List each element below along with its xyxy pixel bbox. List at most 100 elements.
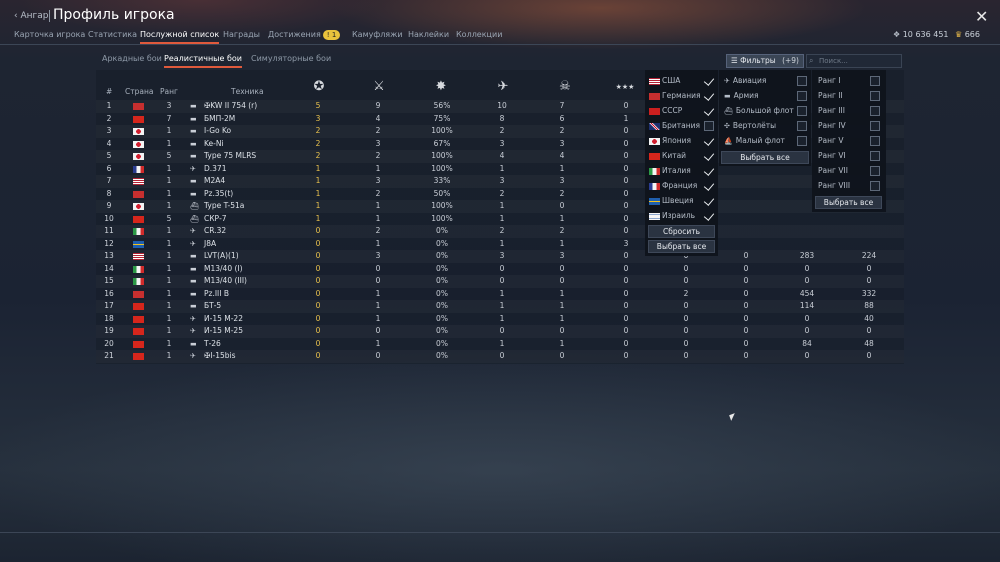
tab-awards[interactable]: Награды (223, 28, 260, 44)
country-flag-icon (133, 203, 144, 210)
country-checkbox[interactable] (704, 91, 714, 101)
tab-simulator[interactable]: Симуляторные бои (251, 54, 331, 68)
back-button[interactable]: ‹ Ангар (14, 11, 48, 21)
select-all-ranks-button[interactable]: Выбрать все (815, 196, 882, 209)
table-row[interactable]: 10 5 ⛴ СКР-7 1 1 100% 1 1 0 (96, 213, 904, 226)
rank-filter-item[interactable]: Ранг V (818, 134, 843, 148)
type-checkbox[interactable] (797, 106, 807, 116)
tab-arcade[interactable]: Аркадные бои (102, 54, 162, 68)
tab-camouflages[interactable]: Камуфляжи (352, 28, 403, 44)
table-row[interactable]: 8 1 ▬ Pz.35(t) 1 2 50% 2 2 0 (96, 188, 904, 201)
type-filter-item[interactable]: ⛴ Большой флот (724, 104, 794, 118)
battles-icon[interactable]: ⚔ (369, 78, 389, 96)
country-filter-fr[interactable]: Франция (649, 179, 697, 193)
air-kills-icon[interactable]: ✈ (493, 78, 513, 96)
row-number: 12 (104, 238, 114, 248)
tab-achievements[interactable]: Достижения! 1 (268, 28, 341, 44)
rank-filter-item[interactable]: Ранг VIII (818, 179, 850, 193)
table-row[interactable]: 15 1 ▬ M13/40 (III) 0 0 0% 0 0 0 0 0 0 0 (96, 275, 904, 288)
filters-button[interactable]: ☰ Фильтры (+9) (726, 54, 804, 68)
column-vehicle[interactable]: Техника (231, 87, 264, 96)
rank-checkbox[interactable] (870, 121, 880, 131)
country-filter-gb[interactable]: Британия (649, 119, 700, 133)
table-row[interactable]: 19 1 ✈ И-15 М-25 0 0 0% 0 0 0 0 0 0 0 (96, 325, 904, 338)
type-filter-item[interactable]: ✣ Вертолёты (724, 119, 776, 133)
rank-checkbox[interactable] (870, 106, 880, 116)
cell-victories: 2 (315, 138, 321, 148)
column-rank[interactable]: Ранг (160, 87, 178, 96)
rank-filter-item[interactable]: Ранг VII (818, 164, 848, 178)
country-checkbox[interactable] (704, 76, 714, 86)
country-filter-it[interactable]: Италия (649, 164, 691, 178)
type-filter-item[interactable]: ▬ Армия (724, 89, 759, 103)
cell-win-rate: 0% (436, 288, 448, 298)
country-filter-jp[interactable]: Япония (649, 134, 691, 148)
table-row[interactable]: 20 1 ▬ Т-26 0 1 0% 1 1 0 0 0 84 48 (96, 338, 904, 351)
table-row[interactable]: 9 1 ⛴ Type T-51a 1 1 100% 1 0 0 (96, 200, 904, 213)
ground-kills-icon[interactable]: ☠ (555, 78, 575, 96)
rank-filter-item[interactable]: Ранг VI (818, 149, 846, 163)
rank-checkbox[interactable] (870, 181, 880, 191)
select-all-types-button[interactable]: Выбрать все (721, 151, 809, 164)
type-checkbox[interactable] (797, 76, 807, 86)
table-row[interactable]: 131▬LVT(A)(1)030%33000283224 (96, 250, 904, 263)
type-filter-item[interactable]: ⛵ Малый флот (724, 134, 785, 148)
vehicle-rank: 1 (166, 313, 172, 323)
country-checkbox[interactable] (704, 166, 714, 176)
cell-air-kills: 0 (499, 326, 505, 335)
big-ship-icon: ⛴ (724, 107, 733, 115)
tab-service-record[interactable]: Послужной список (140, 28, 220, 44)
tab-collections[interactable]: Коллекции (456, 28, 502, 44)
reset-filter-button[interactable]: Сбросить (648, 225, 715, 238)
country-checkbox[interactable] (704, 151, 714, 161)
cell-battles: 1 (375, 338, 381, 348)
tab-statistics[interactable]: Статистика (88, 28, 137, 44)
table-row[interactable]: 18 1 ✈ И-15 М-22 0 1 0% 1 1 0 0 0 0 40 (96, 313, 904, 326)
victories-icon[interactable]: ✪ (309, 78, 329, 96)
tab-decals[interactable]: Наклейки (408, 28, 449, 44)
country-checkbox[interactable] (704, 136, 714, 146)
naval-kills-icon[interactable]: ★★★ (615, 78, 635, 96)
table-row[interactable]: 21 1 ✈ ✠I-15bis 0 0 0% 0 0 0 0 0 0 0 (96, 350, 904, 363)
country-checkbox[interactable] (704, 106, 714, 116)
rank-checkbox[interactable] (870, 76, 880, 86)
country-checkbox[interactable] (704, 121, 714, 131)
table-row[interactable]: 14 1 ▬ M13/40 (I) 0 0 0% 0 0 0 0 0 0 0 (96, 263, 904, 276)
country-filter-us[interactable]: США (649, 74, 680, 88)
type-checkbox[interactable] (797, 121, 807, 131)
country-filter-su[interactable]: СССР (649, 104, 682, 118)
column-country[interactable]: Страна (125, 87, 153, 96)
table-row[interactable]: 16 1 ▬ Pz.III B 0 1 0% 1 1 0 2 0 454 332 (96, 288, 904, 301)
win-rate-icon[interactable]: ✸ (431, 78, 451, 96)
country-filter-il[interactable]: Израиль (649, 209, 695, 223)
type-checkbox[interactable] (797, 136, 807, 146)
type-checkbox[interactable] (797, 91, 807, 101)
rank-checkbox[interactable] (870, 166, 880, 176)
tab-player-card[interactable]: Карточка игрока (14, 28, 85, 44)
country-checkbox[interactable] (704, 181, 714, 191)
rank-filter-item[interactable]: Ранг II (818, 89, 843, 103)
rank-filter-item[interactable]: Ранг I (818, 74, 841, 88)
close-icon[interactable]: ✕ (975, 7, 988, 26)
column-num[interactable]: # (106, 87, 112, 96)
type-filter-item[interactable]: ✈ Авиация (724, 74, 766, 88)
table-row[interactable]: 7 1 ▬ M2A4 1 3 33% 3 3 0 (96, 175, 904, 188)
flag-icon (649, 92, 660, 100)
rank-checkbox[interactable] (870, 136, 880, 146)
rank-checkbox[interactable] (870, 91, 880, 101)
table-row[interactable]: 17 1 ▬ БТ-5 0 1 0% 1 1 0 0 0 114 88 (96, 300, 904, 313)
country-filter-se[interactable]: Швеция (649, 194, 694, 208)
table-row[interactable]: 11 1 ✈ CR.32 0 2 0% 2 2 0 (96, 225, 904, 238)
rank-filter-item[interactable]: Ранг III (818, 104, 845, 118)
table-row[interactable]: 12 1 ✈ J8A 0 1 0% 1 1 3 (96, 238, 904, 251)
select-all-countries-button[interactable]: Выбрать все (648, 240, 715, 253)
country-filter-de[interactable]: Германия (649, 89, 701, 103)
country-checkbox[interactable] (704, 196, 714, 206)
country-filter-cn[interactable]: Китай (649, 149, 686, 163)
tab-realistic[interactable]: Реалистичные бои (164, 54, 242, 68)
country-checkbox[interactable] (704, 211, 714, 221)
rank-checkbox[interactable] (870, 151, 880, 161)
cell-col-13: 0 (804, 313, 810, 323)
rank-filter-item[interactable]: Ранг IV (818, 119, 846, 133)
search-input[interactable]: ⌕ Поиск... (806, 54, 902, 68)
